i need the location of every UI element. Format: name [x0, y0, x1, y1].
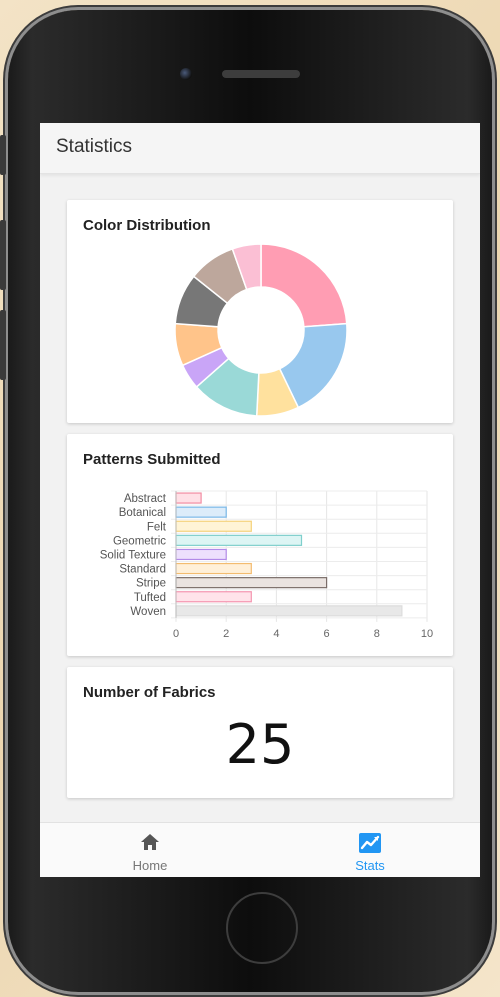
fabric-count-value: 25 [225, 713, 295, 776]
bar-felt[interactable] [175, 520, 252, 532]
bar-tufted[interactable] [175, 591, 252, 603]
nav-stats[interactable]: Stats [260, 823, 480, 877]
bottom-navigation: Home Stats [40, 822, 480, 877]
x-tick-label: 10 [421, 628, 433, 640]
home-icon [40, 833, 260, 856]
bar-stripe[interactable] [175, 577, 328, 589]
stats-icon [260, 833, 480, 858]
nav-home[interactable]: Home [40, 823, 260, 877]
donut-slice-1[interactable] [260, 243, 348, 328]
x-tick-label: 2 [223, 628, 229, 640]
number-of-fabrics-title: Number of Fabrics [83, 684, 216, 701]
x-tick-label: 8 [374, 628, 380, 640]
y-category-label: Standard [119, 564, 166, 576]
bar-geometric[interactable] [175, 534, 303, 546]
home-hardware-button[interactable] [226, 892, 298, 964]
front-camera [180, 68, 192, 80]
y-category-label: Abstract [124, 493, 167, 505]
bar-woven[interactable] [175, 605, 403, 617]
volume-down-button [0, 310, 6, 380]
bar-solid-texture[interactable] [175, 548, 227, 561]
mute-switch [0, 135, 6, 175]
color-distribution-donut-chart [174, 243, 348, 417]
nav-home-label: Home [132, 858, 168, 873]
number-of-fabrics-card: Number of Fabrics 25 [67, 667, 453, 798]
volume-up-button [0, 220, 6, 290]
earpiece-speaker [222, 70, 300, 78]
y-category-label: Solid Texture [100, 549, 166, 561]
app-screen: Statistics Color Distribution Patterns S… [40, 123, 480, 877]
x-tick-label: 4 [273, 628, 279, 640]
y-category-label: Tufted [134, 592, 166, 604]
page-title: Statistics [56, 136, 133, 157]
y-category-label: Woven [130, 606, 166, 618]
patterns-submitted-bar-chart: 0 2 4 6 8 10 Abstract Botanical Felt Geometric Sol… [100, 490, 433, 640]
bar-standard[interactable] [175, 562, 252, 575]
color-distribution-card: Color Distribution [67, 200, 453, 423]
bar-botanical[interactable] [175, 506, 227, 518]
y-category-label: Geometric [113, 535, 166, 547]
x-tick-label: 6 [324, 628, 330, 640]
bar-abstract[interactable] [175, 492, 202, 504]
app-bar: Statistics [40, 123, 480, 174]
y-category-label: Stripe [136, 578, 166, 590]
y-category-label: Felt [147, 521, 167, 533]
y-category-label: Botanical [119, 507, 166, 519]
nav-stats-label: Stats [355, 858, 385, 873]
x-tick-label: 0 [173, 628, 179, 640]
patterns-submitted-card: Patterns Submitted 0 2 4 6 8 10 Abstract Botani… [67, 434, 453, 656]
